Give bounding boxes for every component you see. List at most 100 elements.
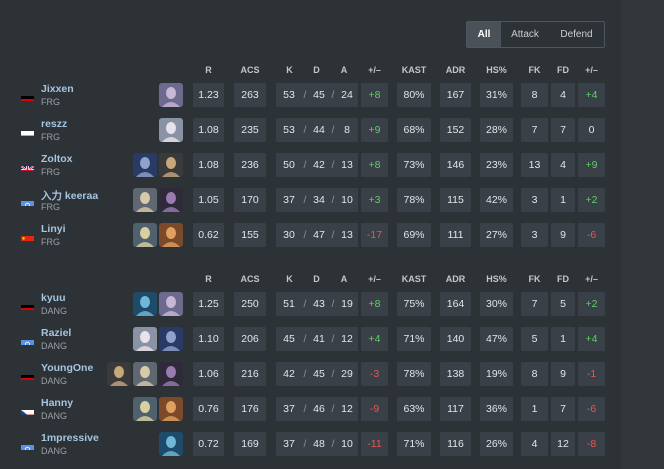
stat-pm: +9	[361, 118, 388, 142]
agent-icon	[159, 327, 183, 351]
stat-a: 10	[341, 194, 353, 206]
tab-all[interactable]: All	[467, 22, 501, 47]
stat-acs: 155	[234, 223, 266, 247]
column-header-adr: ADR	[445, 65, 466, 75]
stat-k: 30	[283, 229, 295, 241]
player-name[interactable]: Hanny	[41, 397, 73, 409]
agent-icon	[133, 153, 157, 177]
flag-icon	[21, 371, 34, 380]
stat-r: 1.08	[193, 118, 224, 142]
agent-icon	[159, 153, 183, 177]
column-header-fkpm: +/–	[585, 65, 598, 75]
stat-a: 19	[341, 298, 353, 310]
player-name[interactable]: Linyi	[41, 223, 66, 235]
player-team-tag: FRG	[41, 237, 60, 247]
agent-icon	[159, 432, 183, 456]
stat-hs: 26%	[480, 432, 513, 456]
agent-icon	[133, 397, 157, 421]
stat-d: 47	[313, 229, 325, 241]
tab-attack[interactable]: Attack	[501, 22, 549, 47]
stat-adr: 140	[440, 327, 471, 351]
stat-acs: 170	[234, 188, 266, 212]
stat-fk: 1	[521, 397, 548, 421]
stat-r: 1.05	[193, 188, 224, 212]
stat-fk: 7	[521, 118, 548, 142]
stat-adr: 116	[440, 432, 471, 456]
player-row: Raziel DANG 1.10 206 +4 71% 140 47% 5 1 +4 45/41/12	[0, 322, 621, 357]
player-name[interactable]: YoungOne	[41, 362, 93, 374]
side-filter-tabs: All Attack Defend	[466, 21, 605, 48]
stat-r: 0.62	[193, 223, 224, 247]
stat-fd: 9	[551, 362, 575, 386]
column-header-hs: HS%	[486, 274, 507, 284]
agent-icon	[133, 292, 157, 316]
stat-acs: 236	[234, 153, 266, 177]
agent-icon	[133, 188, 157, 212]
stat-pm: +8	[361, 153, 388, 177]
flag-icon	[21, 301, 34, 310]
agent-icon	[159, 397, 183, 421]
player-row: 入力 keeraa FRG 1.05 170 +3 78% 115 42% 3 1 +2 37/34/…	[0, 183, 621, 218]
stat-pm: -11	[361, 432, 388, 456]
column-header-pm: +/–	[368, 65, 381, 75]
stat-k: 37	[283, 403, 295, 415]
column-header-fd: FD	[557, 65, 569, 75]
stat-pm: -9	[361, 397, 388, 421]
stat-adr: 152	[440, 118, 471, 142]
stat-kast: 75%	[397, 292, 431, 316]
column-header-fk: FK	[528, 274, 541, 284]
stat-r: 1.23	[193, 83, 224, 107]
player-name[interactable]: Jixxen	[41, 83, 74, 95]
stat-fd: 7	[551, 397, 575, 421]
stat-d: 46	[313, 403, 325, 415]
stat-hs: 47%	[480, 327, 513, 351]
player-name[interactable]: Raziel	[41, 327, 71, 339]
agent-icon	[159, 83, 183, 107]
player-name[interactable]: kyuu	[41, 292, 66, 304]
stat-adr: 117	[440, 397, 471, 421]
stat-d: 44	[313, 124, 325, 136]
stat-kda: 37/34/10	[276, 188, 358, 212]
player-team-tag: DANG	[41, 341, 68, 351]
stat-fd: 5	[551, 292, 575, 316]
stat-pm: +3	[361, 188, 388, 212]
agent-icon	[159, 118, 183, 142]
stat-a: 12	[341, 333, 353, 345]
stat-r: 1.10	[193, 327, 224, 351]
player-name[interactable]: 入力 keeraa	[41, 188, 98, 203]
stat-k: 51	[283, 298, 295, 310]
column-header-hs: HS%	[486, 65, 507, 75]
stat-a: 8	[344, 124, 350, 136]
stat-adr: 138	[440, 362, 471, 386]
stat-d: 48	[313, 438, 325, 450]
stat-fd: 12	[551, 432, 575, 456]
column-header-pm: +/–	[368, 274, 381, 284]
player-team-tag: FRG	[41, 167, 60, 177]
stat-fk: 13	[521, 153, 548, 177]
stat-fd: 7	[551, 118, 575, 142]
player-name[interactable]: reszz	[41, 118, 67, 130]
agent-icon	[159, 188, 183, 212]
right-gutter	[621, 0, 664, 469]
player-name[interactable]: Zoltox	[41, 153, 73, 165]
stat-hs: 28%	[480, 118, 513, 142]
stat-hs: 23%	[480, 153, 513, 177]
tab-defend[interactable]: Defend	[549, 22, 604, 47]
stat-fd: 9	[551, 223, 575, 247]
stat-hs: 31%	[480, 83, 513, 107]
stat-d: 43	[313, 298, 325, 310]
player-row: YoungOne DANG 1.06 216 -3 78% 138 19% 8 9 -1 42/45/…	[0, 357, 621, 392]
stat-pm: -3	[361, 362, 388, 386]
stat-kda: 45/41/12	[276, 327, 358, 351]
player-name[interactable]: 1mpressive	[41, 432, 99, 444]
flag-icon	[21, 232, 34, 241]
stat-hs: 30%	[480, 292, 513, 316]
stat-acs: 169	[234, 432, 266, 456]
stat-adr: 167	[440, 83, 471, 107]
stat-kast: 78%	[397, 188, 431, 212]
player-row: Jixxen FRG 1.23 263 +8 80% 167 31% 8 4 +4 53/45/24	[0, 78, 621, 113]
stat-fk: 3	[521, 188, 548, 212]
column-header-r: R	[205, 65, 212, 75]
player-row: kyuu DANG 1.25 250 +8 75% 164 30% 7 5 +2 51/43/19	[0, 287, 621, 322]
flag-icon	[21, 406, 34, 415]
